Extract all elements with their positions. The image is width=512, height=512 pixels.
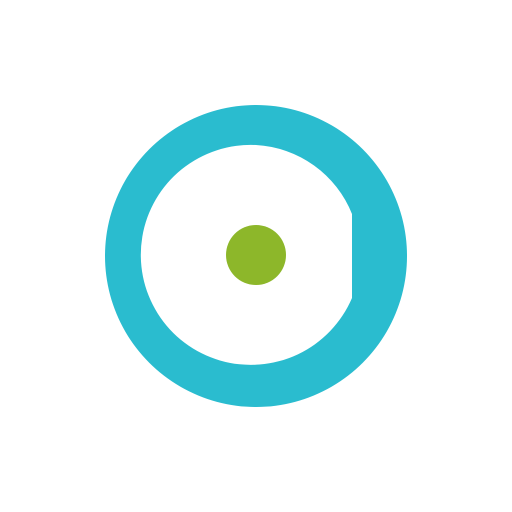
center-dot bbox=[226, 225, 286, 285]
app-icon-canvas bbox=[0, 0, 512, 512]
ring-with-dot-logo-icon bbox=[105, 105, 408, 408]
